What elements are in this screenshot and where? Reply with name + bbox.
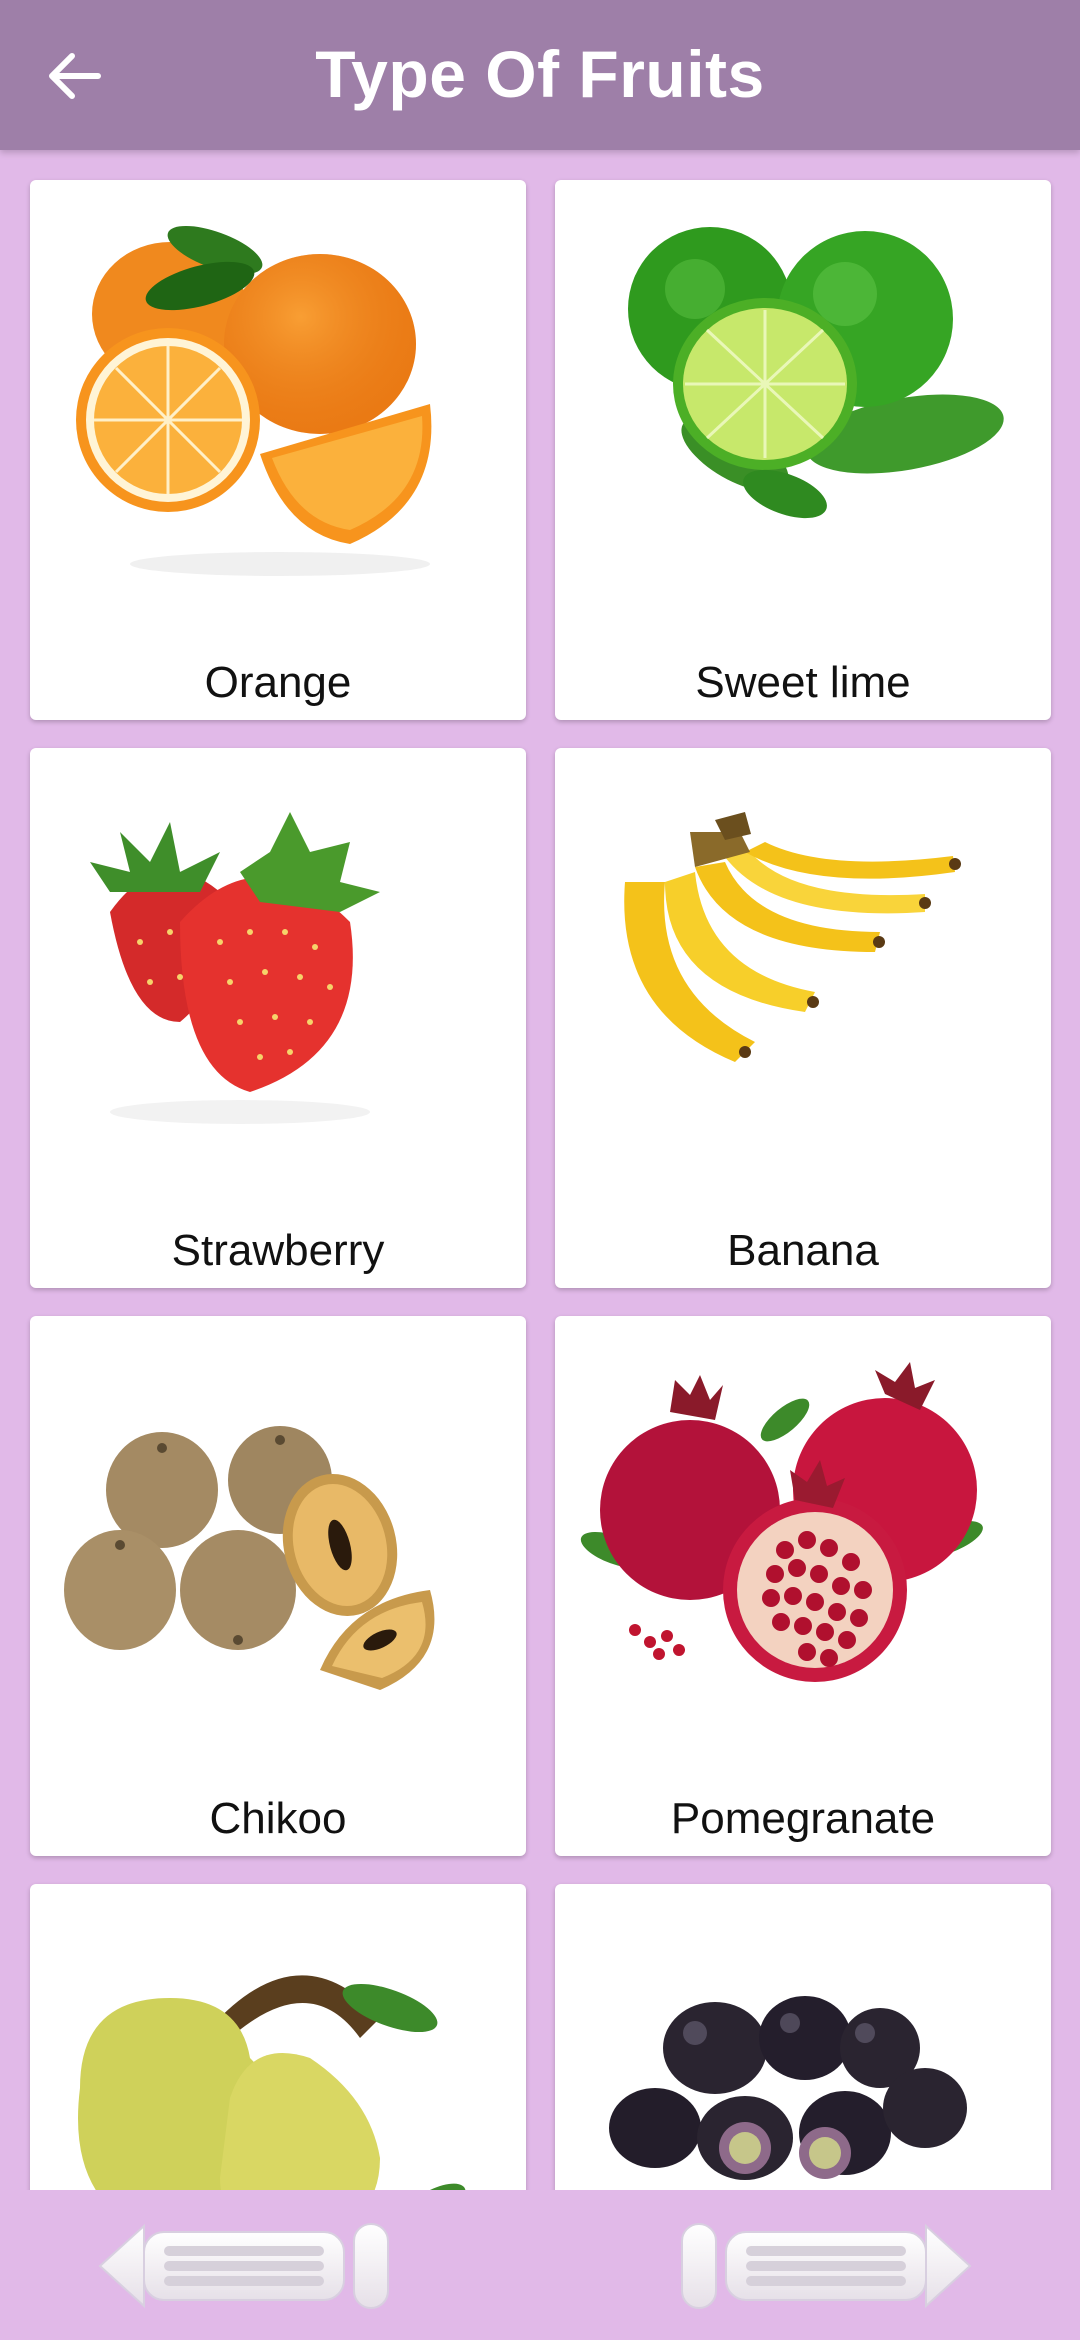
- fruit-card-pomegranate[interactable]: Pomegranate: [555, 1316, 1051, 1856]
- fruit-label: Banana: [727, 1226, 879, 1275]
- bottom-navigation: [0, 2190, 1080, 2340]
- app-bar: Type Of Fruits: [0, 0, 1080, 150]
- fruit-card-banana[interactable]: Banana: [555, 748, 1051, 1288]
- fruit-card-strawberry[interactable]: Strawberry: [30, 748, 526, 1288]
- previous-arrow-icon[interactable]: [92, 2218, 402, 2314]
- chikoo-photo: [64, 1426, 435, 1690]
- pomegranate-photo: [580, 1362, 983, 1682]
- fruit-label: Pomegranate: [670, 1794, 936, 1843]
- next-arrow-icon[interactable]: [668, 2218, 978, 2314]
- fruit-card-sweet-lime[interactable]: Sweet lime: [555, 180, 1051, 720]
- jamun-photo: [609, 1996, 967, 2180]
- orange-photo: [76, 225, 432, 576]
- pear-photo: [78, 1975, 466, 2190]
- sweet-lime-photo: [628, 227, 1004, 519]
- fruit-card-pear[interactable]: [30, 1884, 526, 2190]
- fruit-card-orange[interactable]: Orange: [30, 180, 526, 720]
- strawberry-photo: [90, 812, 380, 1124]
- page-title: Type Of Fruits: [315, 37, 765, 111]
- fruit-label: Strawberry: [171, 1226, 385, 1275]
- fruit-label: Sweet lime: [695, 658, 911, 707]
- fruit-label: Chikoo: [209, 1794, 347, 1843]
- fruit-grid: Orange Sweet lime Strawberry Banana Chik…: [0, 150, 1080, 2190]
- banana-photo: [624, 812, 961, 1062]
- fruit-card-jamun[interactable]: [555, 1884, 1051, 2190]
- fruit-card-chikoo[interactable]: Chikoo: [30, 1316, 526, 1856]
- fruit-label: Orange: [204, 658, 352, 707]
